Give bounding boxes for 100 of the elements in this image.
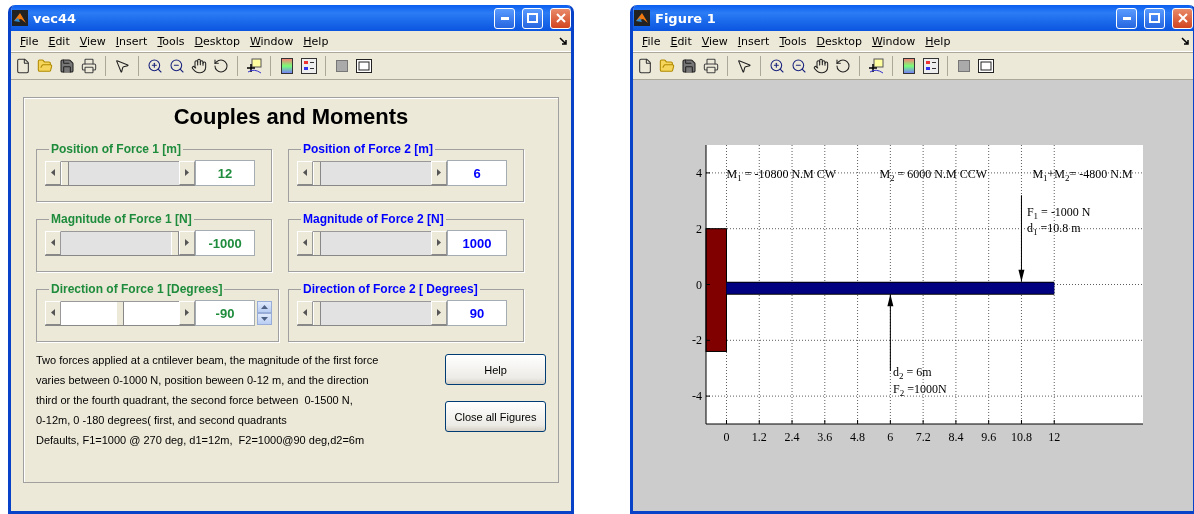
scroll-right-button[interactable] xyxy=(179,300,195,325)
description-text: Two forces applied at a cntilever beam, the magnitude of the first force xyxy=(36,353,380,368)
scroll-left-button[interactable] xyxy=(45,300,61,325)
group-title: Position of Force 1 [m] xyxy=(50,142,182,156)
axis-tick-label: 2 xyxy=(696,221,702,236)
legend-icon[interactable] xyxy=(921,56,941,76)
menu-item[interactable]: Insert xyxy=(732,34,775,48)
maximize-button[interactable] xyxy=(522,7,543,29)
menu-item[interactable]: Tools xyxy=(774,34,812,48)
save-icon[interactable] xyxy=(57,56,77,76)
scroll-right-button[interactable] xyxy=(431,230,447,255)
rotate-icon[interactable] xyxy=(211,56,231,76)
frame-icon[interactable] xyxy=(354,56,374,76)
minimize-button[interactable] xyxy=(494,7,515,29)
save-icon[interactable] xyxy=(679,56,699,76)
maximize-icon xyxy=(527,13,538,23)
right-arrow-icon xyxy=(185,309,189,316)
data-cursor-icon[interactable] xyxy=(244,56,264,76)
window-title: Figure 1 xyxy=(655,10,717,26)
minimize-button[interactable] xyxy=(1116,7,1137,29)
group-title: Direction of Force 1 [Degrees] xyxy=(50,282,224,296)
legend-icon[interactable] xyxy=(299,56,319,76)
print-icon[interactable] xyxy=(701,56,721,76)
push-button[interactable]: Help xyxy=(445,354,546,385)
menu-item[interactable]: View xyxy=(74,34,111,48)
scroll-right-button[interactable] xyxy=(431,300,447,325)
value-field[interactable]: 1000 xyxy=(447,230,507,256)
menu-item[interactable]: File xyxy=(637,34,666,48)
axis-tick-label: 3.6 xyxy=(817,430,833,444)
menu-item[interactable]: File xyxy=(15,34,44,48)
push-button[interactable]: Close all Figures xyxy=(445,401,546,432)
axis-tick-label: 4.8 xyxy=(850,430,866,444)
hand-icon[interactable] xyxy=(811,56,831,76)
left-arrow-icon xyxy=(51,239,55,246)
axis-tick-label: -4 xyxy=(692,389,702,404)
menu-item[interactable]: Tools xyxy=(152,34,190,48)
data-cursor-icon[interactable] xyxy=(866,56,886,76)
menu-item[interactable]: Edit xyxy=(43,34,75,48)
plot-annotation: d$_{2}$ = 6m xyxy=(893,365,932,379)
app-icon xyxy=(634,10,650,26)
slider-thumb[interactable] xyxy=(313,231,321,255)
menu-item[interactable]: Window xyxy=(866,34,921,48)
scroll-left-button[interactable] xyxy=(297,160,313,185)
maximize-button[interactable] xyxy=(1144,7,1165,29)
slider-thumb[interactable] xyxy=(313,161,321,185)
print-icon[interactable] xyxy=(79,56,99,76)
value-field[interactable]: -90 xyxy=(195,300,255,326)
axis-tick-label: 0 xyxy=(723,430,730,444)
menu-item[interactable]: Insert xyxy=(110,34,153,48)
scroll-left-button[interactable] xyxy=(297,230,313,255)
slider-thumb[interactable] xyxy=(61,161,69,185)
spin-up-button[interactable] xyxy=(257,301,272,313)
dock-icon[interactable] xyxy=(559,37,567,45)
axis-tick-label: 9.6 xyxy=(981,430,997,444)
minimize-icon xyxy=(1122,16,1131,20)
plot-annotation: F$_{2}$ =1000N xyxy=(893,381,947,396)
value-field[interactable]: 12 xyxy=(195,160,255,186)
dock-icon[interactable] xyxy=(1181,37,1189,45)
frame-icon[interactable] xyxy=(976,56,996,76)
scroll-right-button[interactable] xyxy=(431,160,447,185)
axis-tick-label: 12 xyxy=(1048,430,1061,444)
menu-item[interactable]: Help xyxy=(298,34,334,48)
left-arrow-icon xyxy=(303,309,307,316)
scroll-left-button[interactable] xyxy=(45,230,61,255)
description-text: Defaults, F1=1000 @ 270 deg, d1=12m, F2=1000@90 deg,d2=6m xyxy=(36,433,366,448)
axis-tick-label: 8.4 xyxy=(948,430,964,444)
close-button[interactable] xyxy=(550,7,571,29)
axis-tick-label: 7.2 xyxy=(915,430,931,444)
close-button[interactable] xyxy=(1172,7,1193,29)
left-arrow-icon xyxy=(51,309,55,316)
axis-tick-label: 10.8 xyxy=(1010,430,1032,444)
axis-tick-label: 0 xyxy=(696,277,702,292)
rotate-icon[interactable] xyxy=(833,56,853,76)
scroll-left-button[interactable] xyxy=(297,300,313,325)
right-arrow-icon xyxy=(437,309,441,316)
scroll-right-button[interactable] xyxy=(179,160,195,185)
slider-thumb[interactable] xyxy=(116,301,124,325)
description-text: third or the fourth quadrant, the second force between 0-1500 N, xyxy=(36,393,354,408)
menu-item[interactable]: Window xyxy=(244,34,299,48)
scroll-right-button[interactable] xyxy=(179,230,195,255)
menu-item[interactable]: View xyxy=(696,34,733,48)
axis-tick-label: -2 xyxy=(692,333,702,348)
slider-thumb[interactable] xyxy=(313,301,321,325)
menu-item[interactable]: Edit xyxy=(665,34,697,48)
plot-annotation: F$_{1}$ = -1000 N xyxy=(1026,204,1091,219)
menu-item[interactable]: Help xyxy=(920,34,956,48)
hand-icon[interactable] xyxy=(189,56,209,76)
group-title: Magnitude of Force 2 [N] xyxy=(302,212,445,226)
value-field[interactable]: 90 xyxy=(447,300,507,326)
scroll-left-button[interactable] xyxy=(45,160,61,185)
plot-annotation: d$_{1}$ =10.8 m xyxy=(1026,220,1081,235)
value-field[interactable]: 6 xyxy=(447,160,507,186)
slider-thumb[interactable] xyxy=(171,231,179,255)
menu-item[interactable]: Desktop xyxy=(811,34,867,48)
menu-item[interactable]: Desktop xyxy=(189,34,245,48)
description-text: varies between 0-1000 N, position beween 0-12 m, and the direction xyxy=(36,373,370,388)
spin-down-button[interactable] xyxy=(257,313,272,325)
group-title: Direction of Force 2 [ Degrees] xyxy=(302,282,479,296)
value-field[interactable]: -1000 xyxy=(195,230,255,256)
axis-tick-label: 1.2 xyxy=(751,430,767,444)
